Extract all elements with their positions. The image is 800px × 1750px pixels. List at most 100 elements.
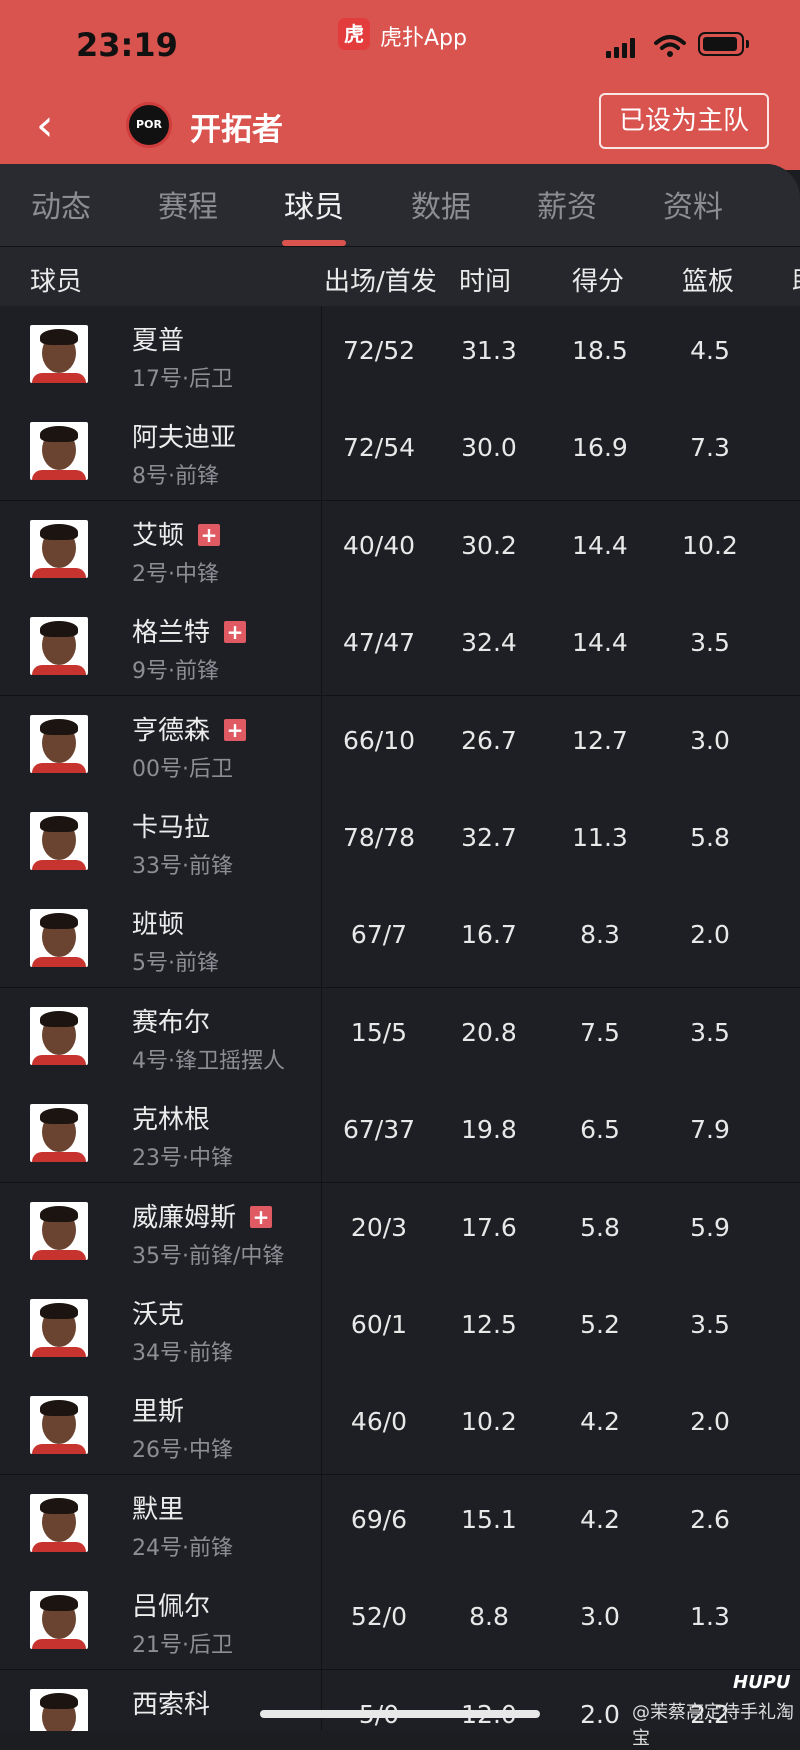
games-started: 69/6 — [350, 1504, 408, 1534]
player-name: 夏普 — [132, 320, 184, 357]
player-name: 赛布尔 — [132, 1002, 210, 1039]
tab-bar: 动态 赛程 球员 数据 薪资 资料 — [0, 164, 800, 246]
minutes: 19.8 — [461, 1115, 517, 1145]
content-panel: 动态 赛程 球员 数据 薪资 资料 球员 出场/首发 时间 得分 篮板 助 夏普… — [0, 164, 800, 1731]
rebounds: 2.6 — [690, 1504, 730, 1534]
table-row[interactable]: 阿夫迪亚 8号·前锋 72/54 30.0 16.9 7.3 — [0, 403, 800, 502]
injury-icon: + — [198, 523, 221, 546]
tab-profile[interactable]: 资料 — [638, 182, 748, 226]
player-name-text: 威廉姆斯 — [132, 1202, 237, 1233]
player-name-text: 阿夫迪亚 — [132, 423, 237, 454]
player-number-position: 33号·前锋 — [132, 854, 233, 879]
player-avatar — [30, 1006, 88, 1065]
points: 4.2 — [580, 1504, 620, 1534]
tab-news[interactable]: 动态 — [6, 182, 116, 226]
rebounds: 7.9 — [690, 1115, 730, 1145]
table-header: 球员 出场/首发 时间 得分 篮板 助 — [0, 246, 800, 307]
player-name-text: 夏普 — [132, 326, 185, 356]
player-number-position: 5号·前锋 — [132, 951, 219, 977]
back-icon[interactable]: ‹ — [36, 104, 54, 148]
points: 18.5 — [572, 336, 628, 365]
table-row[interactable]: 沃克 34号·前锋 60/1 12.5 5.2 3.5 — [0, 1280, 800, 1378]
player-avatar — [30, 325, 88, 383]
player-number-position: 21号·后卫 — [132, 1633, 233, 1659]
hupu-app-icon: 虎 — [338, 18, 370, 50]
table-row[interactable]: 默里 24号·前锋 69/6 15.1 4.2 2.6 — [0, 1474, 800, 1573]
table-row[interactable]: 里斯 26号·中锋 46/0 10.2 4.2 2.0 — [0, 1377, 800, 1476]
rebounds: 10.2 — [682, 530, 738, 560]
minutes: 30.0 — [461, 433, 517, 463]
player-avatar — [30, 1591, 88, 1650]
table-row[interactable]: 格兰特 +9号·前锋 47/47 32.4 14.4 3.5 — [0, 598, 800, 697]
player-name-text: 里斯 — [132, 1397, 185, 1428]
header-rebounds[interactable]: 篮板 — [682, 261, 734, 298]
player-name: 威廉姆斯 + — [132, 1197, 273, 1234]
minutes: 26.7 — [461, 725, 517, 755]
rebounds: 7.3 — [690, 433, 730, 463]
player-name: 艾顿 + — [132, 515, 221, 552]
games-started: 46/0 — [350, 1407, 408, 1437]
minutes: 20.8 — [461, 1017, 517, 1047]
header-player[interactable]: 球员 — [30, 261, 82, 298]
home-team-button[interactable]: 已设为主队 — [599, 93, 769, 149]
table-row[interactable]: 赛布尔 4号·锋卫摇摆人 15/5 20.8 7.5 3.5 — [0, 987, 800, 1086]
player-avatar — [30, 812, 88, 870]
player-number-position: 8号·前锋 — [132, 464, 219, 490]
team-name: 开拓者 — [190, 112, 283, 148]
rebounds: 3.5 — [690, 628, 730, 658]
games-started: 72/52 — [342, 336, 416, 365]
player-number-position: 17号·后卫 — [132, 367, 233, 392]
team-logo: POR — [126, 102, 172, 148]
points: 5.2 — [580, 1310, 620, 1339]
header-points[interactable]: 得分 — [572, 261, 624, 298]
header-minutes[interactable]: 时间 — [459, 261, 511, 298]
table-row[interactable]: 班顿 5号·前锋 67/7 16.7 8.3 2.0 — [0, 890, 800, 989]
minutes: 10.2 — [461, 1407, 517, 1437]
player-avatar — [30, 714, 88, 773]
player-name: 卡马拉 — [132, 807, 210, 844]
tab-salary[interactable]: 薪资 — [512, 182, 622, 226]
hupu-watermark-logo: HUPU — [733, 1672, 791, 1693]
player-avatar — [30, 1104, 88, 1163]
minutes: 32.4 — [461, 628, 517, 658]
injury-icon: + — [224, 718, 247, 741]
player-number-position: 9号·前锋 — [132, 659, 219, 685]
player-number-position: 4号·锋卫摇摆人 — [132, 1048, 285, 1074]
player-name-text: 默里 — [132, 1494, 185, 1525]
player-avatar — [30, 519, 88, 578]
points: 4.2 — [580, 1407, 620, 1437]
player-avatar — [30, 1396, 88, 1455]
tab-stats[interactable]: 数据 — [386, 182, 496, 226]
tab-players[interactable]: 球员 — [259, 182, 369, 226]
table-row[interactable]: 艾顿 +2号·中锋 40/40 30.2 14.4 10.2 — [0, 500, 800, 599]
table-row[interactable]: 威廉姆斯 +35号·前锋/中锋 20/3 17.6 5.8 5.9 — [0, 1182, 800, 1281]
points: 6.5 — [580, 1115, 620, 1145]
injury-icon: + — [250, 1205, 273, 1228]
player-number-position: 31号·前锋 — [132, 1725, 233, 1732]
player-avatar — [30, 1201, 88, 1260]
header-games[interactable]: 出场/首发 — [324, 261, 437, 298]
player-name: 西索科 — [132, 1684, 210, 1721]
games-started: 20/3 — [350, 1212, 408, 1242]
games-started: 66/10 — [342, 725, 416, 755]
points: 5.8 — [580, 1212, 620, 1242]
table-row[interactable]: 卡马拉 33号·前锋 78/78 32.7 11.3 5.8 — [0, 793, 800, 891]
player-name: 亨德森 + — [132, 710, 247, 747]
table-row[interactable]: 亨德森 +00号·后卫 66/10 26.7 12.7 3.0 — [0, 695, 800, 794]
table-row[interactable]: 克林根 23号·中锋 67/37 19.8 6.5 7.9 — [0, 1085, 800, 1184]
minutes: 32.7 — [461, 823, 517, 852]
player-name-text: 西索科 — [132, 1689, 211, 1720]
rebounds: 5.8 — [690, 823, 730, 852]
tab-schedule[interactable]: 赛程 — [133, 182, 243, 226]
games-started: 67/37 — [342, 1115, 416, 1145]
rebounds: 5.9 — [690, 1212, 730, 1242]
table-row[interactable]: 夏普 17号·后卫 72/52 31.3 18.5 4.5 — [0, 306, 800, 404]
player-number-position: 2号·中锋 — [132, 561, 219, 587]
header-assists[interactable]: 助 — [792, 261, 800, 298]
player-name: 格兰特 + — [132, 612, 247, 649]
player-avatar — [30, 1299, 88, 1357]
table-row[interactable]: 吕佩尔 21号·后卫 52/0 8.8 3.0 1.3 — [0, 1572, 800, 1671]
player-number-position: 26号·中锋 — [132, 1438, 233, 1464]
games-started: 52/0 — [350, 1602, 408, 1632]
player-name-text: 克林根 — [132, 1105, 211, 1136]
